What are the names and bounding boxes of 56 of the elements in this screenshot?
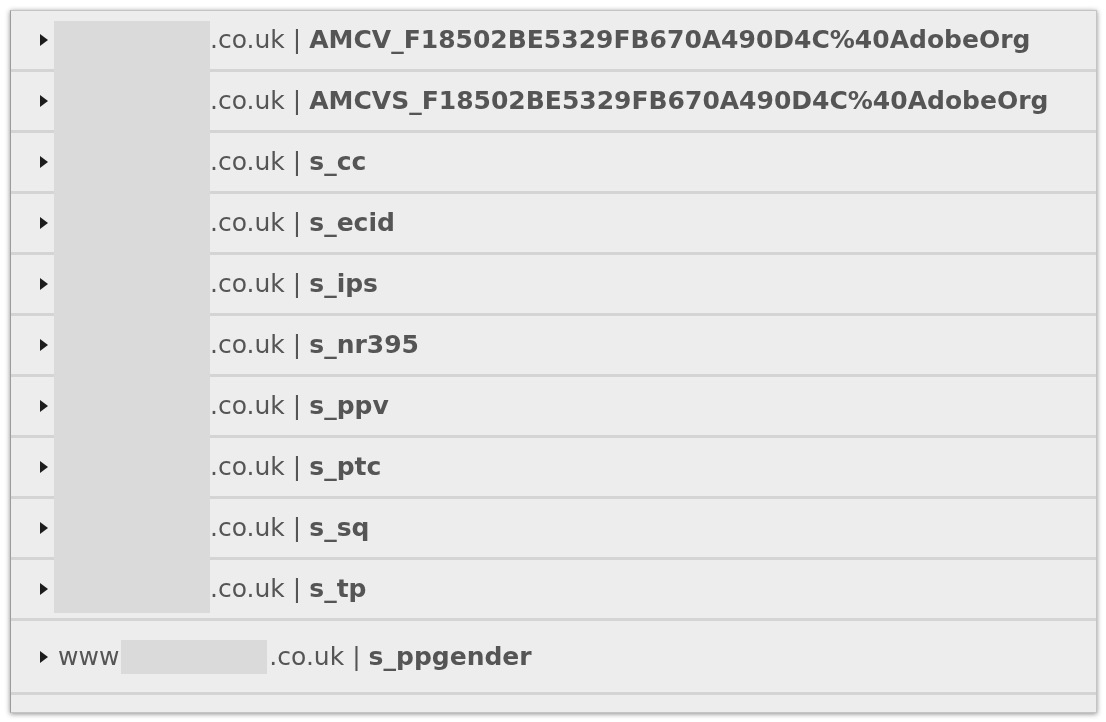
separator: | (292, 24, 302, 57)
cookie-row[interactable]: .co.uk | s_ptc (11, 438, 1096, 499)
cookie-name: AMCVS_F18502BE5329FB670A490D4C%40AdobeOrg (309, 85, 1049, 118)
cookie-domain: .co.uk (210, 85, 285, 118)
cookie-name: s_nr395 (309, 329, 419, 362)
separator: | (292, 329, 302, 362)
cookie-row[interactable]: .co.uk | s_ppv (11, 377, 1096, 438)
domain-prefix: www (58, 640, 120, 673)
disclosure-triangle-icon[interactable] (40, 650, 48, 663)
separator: | (292, 390, 302, 423)
cookie-name: s_ptc (309, 451, 382, 484)
disclosure-triangle-icon[interactable] (40, 278, 48, 290)
disclosure-triangle-icon[interactable] (40, 400, 48, 412)
disclosure-triangle-icon[interactable] (40, 461, 48, 473)
cookie-name: AMCV_F18502BE5329FB670A490D4C%40AdobeOrg (309, 24, 1031, 57)
cookie-domain: .co.uk (269, 640, 345, 673)
disclosure-triangle-icon[interactable] (40, 34, 48, 46)
disclosure-triangle-icon[interactable] (40, 95, 48, 107)
separator: | (292, 268, 302, 301)
cookie-row[interactable]: .co.uk | AMCV_F18502BE5329FB670A490D4C%40AdobeOrg (11, 11, 1096, 72)
separator: | (292, 85, 302, 118)
cookie-name: s_ppv (309, 390, 389, 423)
cookie-row[interactable]: www .co.uk | s_ppgender (11, 621, 1096, 695)
cookie-domain: .co.uk (210, 451, 285, 484)
separator: | (292, 451, 302, 484)
cookie-domain: .co.uk (210, 268, 285, 301)
cookie-name: s_cc (309, 146, 367, 179)
separator: | (292, 512, 302, 545)
separator: | (292, 146, 302, 179)
cookie-name: s_tp (309, 573, 367, 606)
separator: | (352, 640, 361, 673)
disclosure-triangle-icon[interactable] (40, 156, 48, 168)
separator: | (292, 573, 302, 606)
cookie-domain: .co.uk (210, 207, 285, 240)
cookie-domain: .co.uk (210, 512, 285, 545)
separator: | (292, 207, 302, 240)
cookie-name: s_sq (309, 512, 370, 545)
cookie-name: s_ips (309, 268, 378, 301)
cookie-domain: .co.uk (210, 24, 285, 57)
cookie-name: s_ecid (309, 207, 395, 240)
cookie-row[interactable]: .co.uk | s_sq (11, 499, 1096, 560)
disclosure-triangle-icon[interactable] (40, 522, 48, 534)
cookie-row[interactable]: .co.uk | s_ecid (11, 194, 1096, 255)
cookie-row[interactable]: .co.uk | s_cc (11, 133, 1096, 194)
cookie-domain: .co.uk (210, 329, 285, 362)
cookie-row[interactable]: .co.uk | s_nr395 (11, 316, 1096, 377)
cookie-domain: .co.uk (210, 146, 285, 179)
cookie-domain: .co.uk (210, 390, 285, 423)
disclosure-triangle-icon[interactable] (40, 217, 48, 229)
cookie-name: s_ppgender (368, 640, 532, 673)
disclosure-triangle-icon[interactable] (40, 339, 48, 351)
cookie-domain: .co.uk (210, 573, 285, 606)
disclosure-triangle-icon[interactable] (40, 583, 48, 595)
cookie-row[interactable]: .co.uk | s_tp (11, 560, 1096, 621)
cookie-row[interactable]: .co.uk | s_ips (11, 255, 1096, 316)
cookie-row[interactable]: .co.uk | AMCVS_F18502BE5329FB670A490D4C%40AdobeOrg (11, 72, 1096, 133)
